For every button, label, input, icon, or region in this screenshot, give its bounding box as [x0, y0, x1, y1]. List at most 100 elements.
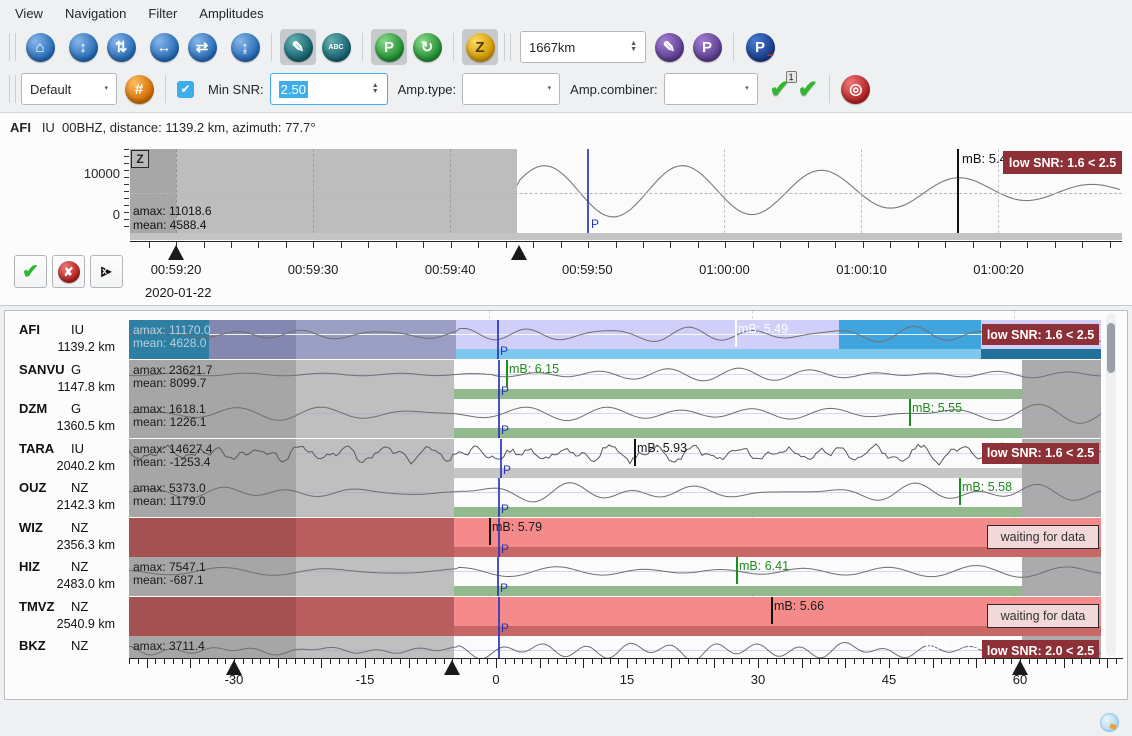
spin-arrows-icon[interactable]: ▲▼: [364, 83, 379, 95]
trace-row[interactable]: PmB: 5.79waiting for data: [129, 518, 1101, 557]
labels-abc-button[interactable]: ABC: [318, 29, 354, 65]
station-label[interactable]: TMVZNZ2540.9 km: [5, 597, 129, 636]
scrollbar-thumb[interactable]: [1107, 323, 1115, 373]
ruler-button[interactable]: ✎: [280, 29, 316, 65]
time-marker-triangle[interactable]: [444, 660, 460, 675]
mb-pick-line[interactable]: [909, 399, 911, 426]
menu-view[interactable]: View: [4, 2, 54, 25]
trace-row[interactable]: PmB: 5.66waiting for data: [129, 597, 1101, 636]
mb-pick-line[interactable]: [959, 478, 961, 505]
defer-button[interactable]: ► x: [90, 255, 123, 288]
mb-value-label: mB: 6.15: [509, 362, 559, 376]
amplitude-pick-line[interactable]: [957, 149, 959, 233]
spin-arrows-icon[interactable]: ▲▼: [622, 41, 637, 53]
amp-combiner-combobox[interactable]: ▾: [664, 73, 758, 105]
zoom-out-vertical-button[interactable]: ⇅: [103, 29, 139, 65]
min-snr-spinbox[interactable]: 2.50 ▲▼: [270, 73, 388, 105]
station-label[interactable]: BKZNZ: [5, 636, 129, 658]
distance-spinbox[interactable]: 1667km▲▼: [520, 31, 646, 63]
station-label[interactable]: WIZNZ2356.3 km: [5, 518, 129, 557]
component-z-button[interactable]: Z: [462, 29, 498, 65]
tick: [231, 242, 232, 248]
compute-magnitudes-button[interactable]: P~: [742, 29, 778, 65]
trace-row[interactable]: PmB: 5.58amax: 5373.0mean: 1179.0: [129, 478, 1101, 517]
menu-filter[interactable]: Filter: [137, 2, 188, 25]
zoom-in-horizontal-button[interactable]: ↔: [146, 29, 182, 65]
mb-pick-line[interactable]: [489, 518, 491, 545]
mb-pick-line[interactable]: [506, 360, 508, 387]
trace-row[interactable]: PmB: 6.15amax: 23621.7mean: 8099.7: [129, 360, 1101, 399]
accept-button[interactable]: ✔: [14, 255, 47, 288]
station-label[interactable]: AFIIU1139.2 km: [5, 320, 129, 359]
tick: [182, 659, 183, 664]
menu-amplitudes[interactable]: Amplitudes: [188, 2, 274, 25]
trace-row[interactable]: PmB: 5.93amax: 14627.4mean: -1253.4low S…: [129, 439, 1101, 478]
tick: [994, 659, 995, 664]
toolbar-handle[interactable]: [9, 75, 16, 103]
time-marker-triangle[interactable]: [1012, 660, 1028, 675]
p-pick-line[interactable]: [498, 399, 500, 438]
scrollbar-track[interactable]: [1106, 313, 1116, 656]
window-region: [296, 597, 454, 636]
tick: [496, 659, 497, 668]
measure-amplitude-icon: ✎: [655, 33, 684, 62]
amp-type-combobox[interactable]: ▾: [462, 73, 560, 105]
zoom-waveform-plot[interactable]: Z P mB: 5.4 amax: 11018.6 mean: 4588.4 l…: [130, 149, 1122, 233]
station-label[interactable]: HIZNZ2483.0 km: [5, 557, 129, 596]
p-pick-line[interactable]: [587, 149, 589, 233]
normalize-amplitudes-button[interactable]: ↨: [227, 29, 263, 65]
overview-button[interactable]: ⌂: [22, 29, 58, 65]
p-pick-line[interactable]: [498, 636, 500, 658]
low-snr-badge: low SNR: 1.6 < 2.5: [982, 324, 1099, 345]
low-snr-badge: low SNR: 1.6 < 2.5: [1003, 151, 1122, 174]
station-distance: 1139.2 km: [31, 340, 115, 354]
trace-row[interactable]: PmB: 6.12amax: 3711.4low SNR: 2.0 < 2.5: [129, 636, 1101, 658]
menu-navigation[interactable]: Navigation: [54, 2, 137, 25]
system-tray-icon[interactable]: [1100, 713, 1119, 732]
time-marker-triangle[interactable]: [511, 245, 527, 260]
zoom-in-horizontal-icon: ↔: [150, 33, 179, 62]
p-pick-line[interactable]: [497, 320, 499, 359]
arrow-skip-x: x: [102, 266, 107, 276]
confirm-all-button[interactable]: ✔: [798, 75, 818, 104]
reject-button[interactable]: ✘: [52, 255, 85, 288]
time-marker-triangle[interactable]: [226, 660, 242, 675]
pick-phase-button[interactable]: P: [371, 29, 407, 65]
normalize-amplitudes-icon: ↨: [231, 33, 260, 62]
min-snr-checkbox[interactable]: ✔: [177, 81, 194, 98]
mb-pick-line[interactable]: [634, 439, 636, 466]
time-tick-label: 01:00:00: [699, 262, 750, 277]
p-pick-line[interactable]: [497, 557, 499, 596]
p-pick-line[interactable]: [498, 597, 500, 636]
trace-row[interactable]: PmB: 5.55amax: 1618.1mean: 1226.1: [129, 399, 1101, 438]
trace-row[interactable]: PmB: 6.41amax: 7547.1mean: -687.1: [129, 557, 1101, 596]
chevron-down-icon: ▾: [540, 86, 552, 92]
station-label[interactable]: DZMG1360.5 km: [5, 399, 129, 438]
mb-pick-line[interactable]: [735, 320, 737, 347]
tick: [950, 659, 951, 664]
p-pick-line[interactable]: [500, 439, 502, 478]
time-marker-triangle[interactable]: [168, 245, 184, 260]
trace-row[interactable]: PmB: 5.49amax: 11170.0mean: 4628.0low SN…: [129, 320, 1101, 359]
mb-pick-line[interactable]: [926, 636, 928, 658]
zoom-in-vertical-button[interactable]: ↕: [65, 29, 101, 65]
recompute-button[interactable]: ↻: [409, 29, 445, 65]
mb-pick-line[interactable]: [771, 597, 773, 624]
filter-number-button[interactable]: #: [121, 71, 157, 107]
station-label[interactable]: SANVUG1147.8 km: [5, 360, 129, 399]
station-label[interactable]: OUZNZ2142.3 km: [5, 478, 129, 517]
measure-amplitude-button[interactable]: ✎: [651, 29, 687, 65]
origin-target-button[interactable]: ◎: [838, 71, 874, 107]
toolbar-handle[interactable]: [9, 33, 16, 61]
mb-pick-line[interactable]: [736, 557, 738, 584]
filter-profile-combobox[interactable]: Default ▾: [21, 73, 117, 105]
confirm-one-button[interactable]: ✔ 1: [770, 75, 790, 104]
p-pick-line[interactable]: [498, 478, 500, 517]
toolbar-handle[interactable]: [504, 33, 511, 61]
station-label[interactable]: TARAIU2040.2 km: [5, 439, 129, 478]
amax-label: amax: 5373.0: [133, 481, 206, 495]
p-pick-line[interactable]: [498, 360, 500, 399]
pick-amplitude-button[interactable]: P: [689, 29, 725, 65]
zoom-out-horizontal-button[interactable]: ⇄: [184, 29, 220, 65]
trace-header-details: [35, 120, 42, 135]
